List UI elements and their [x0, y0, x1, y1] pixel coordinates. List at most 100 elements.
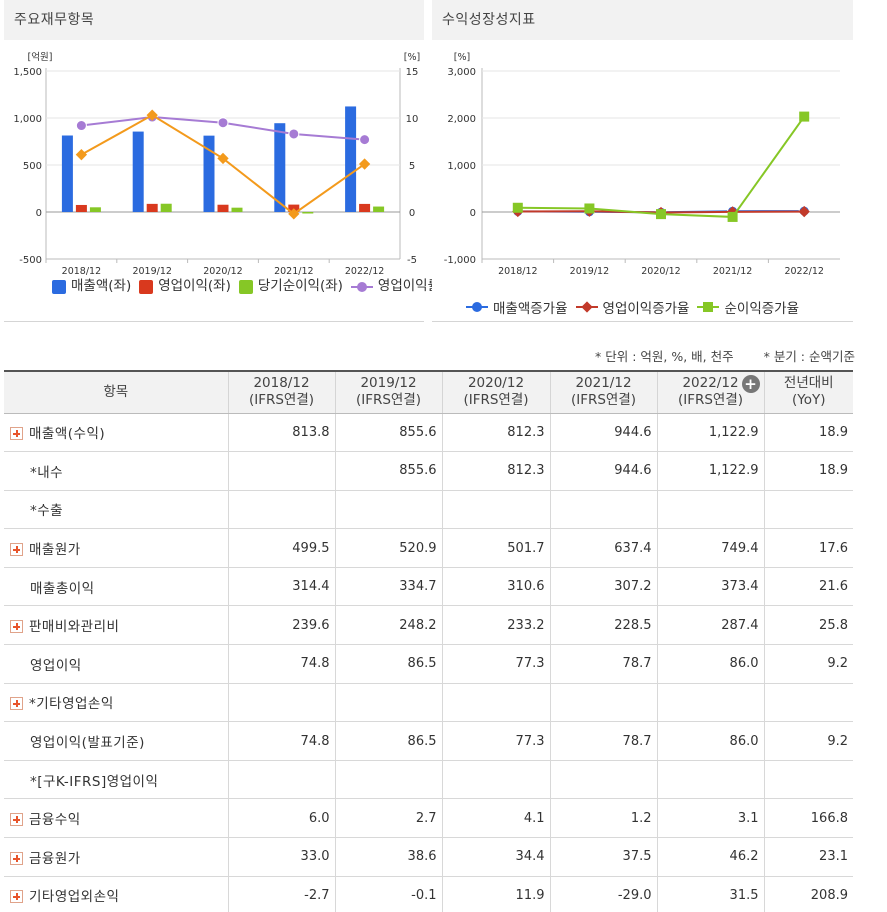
value-cell: 18.9: [763, 413, 853, 453]
value-cell: 9.2: [763, 721, 853, 761]
value-cell: 23.1: [763, 837, 853, 877]
legend-item[interactable]: 매출액증가율: [466, 297, 568, 317]
legend-label: 당기순이익(좌): [257, 278, 343, 294]
expand-plus-icon[interactable]: [10, 543, 23, 557]
left-tick-label: 1,500: [13, 67, 42, 78]
header-line2: (IFRS연결): [463, 392, 529, 409]
value-cell: [441, 683, 550, 723]
left-axis-unit: [억원]: [28, 51, 53, 63]
column-header-period: 2021/12 (IFRS연결): [549, 370, 657, 414]
bar-2: [359, 203, 371, 212]
main-financials-panel: 주요재무항목 [억원] [%] 1,500 1,000 500 0 -500 15 10 5 0 -5…: [4, 0, 525, 322]
main-financials-body: [억원] [%] 1,500 1,000 500 0 -500 15 10 5 0 -5 2018/12…: [4, 40, 525, 322]
y-tick-label: 3,000: [447, 67, 476, 78]
value-cell: 520.9: [334, 528, 442, 568]
header-line2: (IFRS연결): [355, 392, 422, 409]
value-cell: -29.0: [549, 876, 657, 912]
value-cell: 86.0: [656, 721, 764, 761]
bar-3: [373, 206, 385, 212]
value-cell: [763, 490, 853, 530]
row-label: *[구K-IFRS]영업이익: [30, 773, 159, 790]
row-label: *기타영업손익: [29, 696, 114, 713]
bar-3: [89, 207, 101, 212]
value-cell: [763, 683, 853, 723]
growth-point-3: [727, 211, 738, 222]
table-row: 판매비와관리비 239.6 248.2 233.2 228.5 287.4 25.8: [4, 605, 853, 646]
legend-label: 매출액(좌): [71, 278, 132, 294]
table-row: 금융원가 33.0 38.6 34.4 37.5 46.2 23.1: [4, 837, 853, 877]
y-tick-label: 1,000: [447, 161, 476, 172]
expand-plus-icon[interactable]: [10, 813, 23, 827]
value-cell: 86.5: [334, 721, 442, 761]
value-cell: [334, 760, 442, 800]
row-label-cell[interactable]: 금융수익: [4, 798, 228, 839]
left-tick-label: 0: [36, 208, 42, 219]
expand-plus-icon[interactable]: [10, 890, 23, 904]
value-cell: [656, 490, 764, 530]
legend-label: 순이익증가율: [724, 301, 800, 317]
value-cell: 233.2: [441, 605, 550, 646]
row-label-cell[interactable]: *기타영업손익: [4, 683, 228, 723]
legend-label: 영업이익(좌): [158, 278, 231, 294]
legend-item[interactable]: 순이익증가율: [697, 297, 799, 317]
value-cell: 855.6: [334, 413, 442, 453]
y-tick-label: 2,000: [447, 114, 476, 125]
legend-swatch-icon: [52, 279, 66, 294]
legend-item[interactable]: 영업이익증가율: [575, 297, 690, 317]
header-line1: 항목: [103, 383, 129, 400]
expand-plus-icon[interactable]: [10, 620, 23, 634]
value-cell: 33.0: [227, 837, 335, 877]
value-cell: 334.7: [334, 567, 442, 607]
header-line1: 2021/12: [575, 375, 632, 392]
legend-swatch-icon: [466, 300, 488, 314]
legend-item[interactable]: 매출액(좌): [52, 276, 131, 297]
value-cell: 78.7: [549, 721, 657, 761]
rate-point-2: [75, 149, 88, 161]
row-label: 매출총이익: [30, 580, 95, 597]
value-cell: 812.3: [441, 451, 550, 491]
value-cell: 287.4: [656, 605, 764, 646]
right-tick-label: 5: [409, 161, 415, 172]
value-cell: 307.2: [549, 567, 657, 607]
legend-swatch-icon: [575, 300, 598, 314]
row-label-cell[interactable]: 매출원가: [4, 528, 228, 568]
bar-3: [231, 207, 243, 212]
right-axis-unit: [%]: [404, 52, 420, 63]
row-label-cell[interactable]: 판매비와관리비: [4, 605, 228, 646]
legend-item[interactable]: 영업이익률: [350, 276, 440, 297]
left-tick-label: 1,000: [13, 114, 42, 125]
legend-item[interactable]: 영업이익(좌): [139, 276, 231, 297]
row-label: 금융수익: [29, 812, 81, 829]
expand-plus-icon[interactable]: [10, 697, 23, 711]
value-cell: [549, 490, 657, 530]
row-label: 영업이익(발표기준): [30, 735, 145, 752]
growth-point-3: [584, 203, 595, 214]
row-label-cell: 영업이익: [4, 644, 228, 684]
bar-1: [132, 131, 144, 212]
x-tick-label: 2020/12: [641, 266, 680, 277]
row-label-cell[interactable]: 매출액(수익): [4, 413, 228, 453]
x-tick-label: 2018/12: [498, 266, 537, 277]
value-cell: 1.2: [549, 798, 657, 839]
growth-point-3: [799, 111, 810, 122]
growth-indicators-body: [%] 3,000 2,000 1,000 0 -1,000 2018/12 2019/12 2…: [432, 40, 853, 322]
table-row: 금융수익 6.0 2.7 4.1 1.2 3.1 166.8: [4, 798, 853, 839]
value-cell: 499.5: [227, 528, 335, 568]
add-column-icon[interactable]: +: [741, 375, 760, 393]
bar-1: [345, 106, 357, 212]
main-financials-title: 주요재무항목: [4, 0, 424, 40]
expand-plus-icon[interactable]: [10, 851, 23, 865]
row-label-cell[interactable]: 금융원가: [4, 837, 228, 877]
row-label-cell[interactable]: 기타영업외손익: [4, 876, 228, 912]
value-cell: [763, 760, 853, 800]
left-tick-label: -500: [19, 255, 42, 266]
legend-item[interactable]: 당기순이익(좌): [238, 276, 343, 297]
value-cell: 74.8: [227, 721, 335, 761]
legend-label: 영업이익증가율: [602, 301, 690, 317]
bar-2: [217, 204, 229, 212]
y-tick-label: 0: [470, 208, 476, 219]
row-label: 매출원가: [29, 542, 81, 559]
expand-plus-icon[interactable]: [10, 427, 23, 441]
growth-line-3: [517, 116, 806, 218]
value-cell: 228.5: [549, 605, 657, 646]
